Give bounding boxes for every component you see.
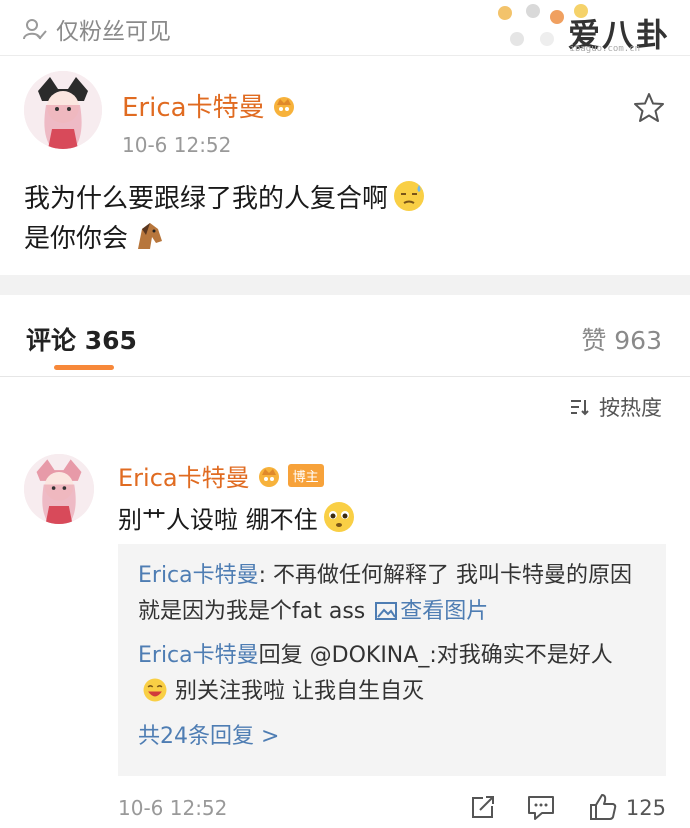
commenter-avatar[interactable] [24,454,94,524]
reply-item[interactable]: Erica卡特曼: 不再做任何解释了 我叫卡特曼的原因就是因为我是个fat as… [138,558,646,630]
reply-item[interactable]: Erica卡特曼回复 @DOKINA_:对我确实不是好人 别关注我啦 让我自生自… [138,638,646,710]
comment-time: 10-6 12:52 [118,796,228,820]
watermark-url: ibaguo.com.cn [569,44,640,54]
post-author-name[interactable]: Erica卡特曼 [122,87,265,124]
visibility-label: 仅粉丝可见 [56,19,171,45]
reply-author[interactable]: Erica卡特曼 [138,563,259,588]
tab-comments[interactable]: 评论 365 [26,321,137,357]
comment-like-count: 125 [625,796,666,820]
comment-icon[interactable] [526,792,556,822]
vip-crown-icon [273,96,294,117]
sort-label[interactable]: 按热度 [599,392,662,422]
tab-likes[interactable]: 赞 963 [581,321,662,357]
avatar-illustration [24,71,102,149]
post-time: 10-6 12:52 [122,133,232,157]
sort-icon [571,400,589,416]
comment-author[interactable]: Erica卡特曼 博主 [118,458,324,493]
more-replies-link[interactable]: 共24条回复 > [138,718,646,750]
post-content-line1: 我为什么要跟绿了我的人复合啊 [24,179,426,219]
comment-author-name[interactable]: Erica卡特曼 [118,458,250,493]
comment-item: Erica卡特曼 博主 别艹人设啦 绷不住 Erica卡特曼: 不再做任何解释了… [0,440,690,828]
like-thumb-icon[interactable] [588,792,618,822]
visibility-indicator: 仅粉丝可见 [22,12,171,46]
image-icon[interactable] [375,602,398,620]
sort-selector[interactable]: 按热度 [569,392,662,422]
avatar-illustration [24,454,94,524]
share-icon[interactable] [468,792,498,822]
pleading-face-emoji-icon [323,502,354,532]
reply-text-continued: 别关注我啦 让我自生自灭 [175,679,424,704]
comment-footer: 10-6 12:52 125 [118,792,666,826]
comment-text: 别艹人设啦 绷不住 [118,500,356,535]
laughing-face-emoji-icon [143,678,167,702]
reply-text: 回复 @DOKINA_:对我确实不是好人 [258,643,613,668]
reply-author[interactable]: Erica卡特曼 [138,643,259,668]
active-tab-indicator [54,365,114,370]
top-bar: 仅粉丝可见 爱八卦 ibaguo.com.cn [0,0,690,56]
author-avatar[interactable] [24,71,102,149]
blogger-badge: 博主 [287,464,324,487]
post-card: Erica卡特曼 10-6 12:52 我为什么要跟绿了我的人复合啊 是你你会 [0,57,690,275]
horse-emoji-icon [138,223,163,249]
visibility-icon [23,19,47,40]
favorite-star-icon[interactable] [632,91,666,125]
view-image-link[interactable]: 查看图片 [400,599,488,624]
comment-tabs: 评论 365 赞 963 [0,295,690,377]
sweat-face-emoji-icon [394,181,425,211]
watermark-logo: 爱八卦 ibaguo.com.cn [490,0,670,56]
section-divider [0,275,690,295]
post-author[interactable]: Erica卡特曼 [122,87,297,124]
post-content: 我为什么要跟绿了我的人复合啊 是你你会 [24,179,426,259]
vip-crown-icon [258,466,279,487]
reply-thread[interactable]: Erica卡特曼: 不再做任何解释了 我叫卡特曼的原因就是因为我是个fat as… [118,544,666,776]
post-content-line2: 是你你会 [24,219,426,259]
